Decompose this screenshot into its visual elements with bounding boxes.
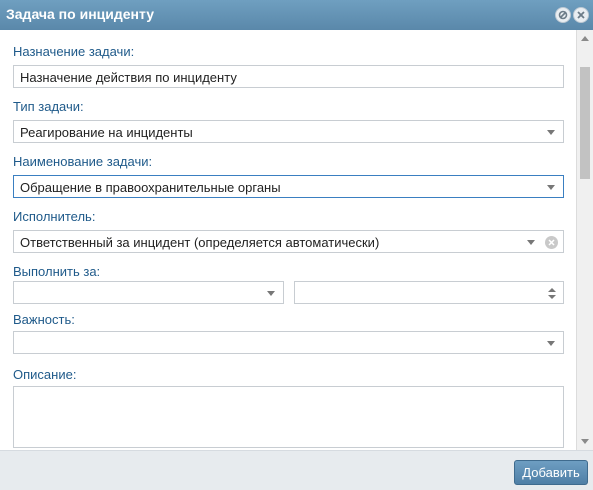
deadline-label: Выполнить за: (13, 264, 101, 279)
description-label: Описание: (13, 367, 77, 382)
purpose-label: Назначение задачи: (13, 44, 135, 59)
clear-icon[interactable] (545, 236, 558, 249)
chevron-down-icon[interactable] (547, 341, 555, 346)
assignee-value: Ответственный за инцидент (определяется … (20, 235, 380, 250)
vertical-scrollbar[interactable] (576, 30, 593, 450)
dialog-footer: Добавить (0, 450, 593, 490)
priority-label: Важность: (13, 312, 75, 327)
task-type-select[interactable]: Реагирование на инциденты (13, 120, 564, 143)
scroll-down-icon[interactable] (581, 439, 589, 444)
task-dialog: Задача по инциденту Назначение задачи: Н… (0, 0, 593, 490)
close-icon[interactable] (573, 7, 589, 23)
chevron-down-icon[interactable] (547, 130, 555, 135)
dialog-content: Назначение задачи: Назначение действия п… (0, 30, 576, 450)
scrollbar-thumb[interactable] (580, 67, 590, 179)
purpose-field[interactable]: Назначение действия по инциденту (13, 65, 564, 88)
description-textarea[interactable] (13, 386, 564, 448)
chevron-down-icon[interactable] (267, 291, 275, 296)
task-name-label: Наименование задачи: (13, 154, 153, 169)
scroll-up-icon[interactable] (581, 36, 589, 41)
dialog-title: Задача по инциденту (6, 6, 154, 22)
task-name-select[interactable]: Обращение в правоохранительные органы (13, 175, 564, 198)
task-type-label: Тип задачи: (13, 99, 84, 114)
purpose-value: Назначение действия по инциденту (20, 70, 237, 85)
chevron-down-icon[interactable] (547, 185, 555, 190)
deadline-unit-select[interactable] (13, 281, 284, 304)
chevron-down-icon[interactable] (527, 240, 535, 245)
task-type-value: Реагирование на инциденты (20, 125, 193, 140)
assignee-label: Исполнитель: (13, 209, 96, 224)
spinner-icon[interactable] (548, 287, 556, 300)
deadline-amount-spinner[interactable] (294, 281, 564, 304)
dialog-titlebar[interactable]: Задача по инциденту (0, 0, 593, 30)
assignee-select[interactable]: Ответственный за инцидент (определяется … (13, 230, 564, 253)
minimize-icon[interactable] (555, 7, 571, 23)
add-button[interactable]: Добавить (514, 460, 588, 485)
priority-select[interactable] (13, 331, 564, 354)
task-name-value: Обращение в правоохранительные органы (20, 180, 281, 195)
